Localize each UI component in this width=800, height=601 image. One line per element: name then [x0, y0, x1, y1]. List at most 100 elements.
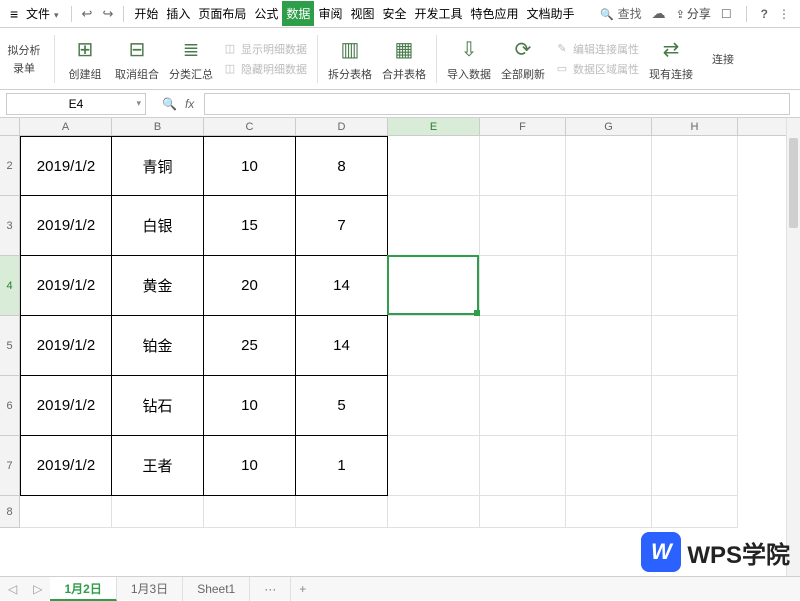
existing-connections-button[interactable]: ⇄ 现有连接: [649, 36, 693, 82]
ribbon-tab-8[interactable]: 开发工具: [410, 1, 466, 26]
cell-C7[interactable]: 10: [204, 436, 296, 496]
ribbon-tab-2[interactable]: 页面布局: [194, 1, 250, 26]
cell-G4[interactable]: [566, 256, 652, 316]
select-all-corner[interactable]: [0, 118, 20, 136]
cell-H2[interactable]: [652, 136, 738, 196]
cell-F7[interactable]: [480, 436, 566, 496]
cell-G6[interactable]: [566, 376, 652, 436]
import-data-button[interactable]: ⇩ 导入数据: [447, 36, 491, 82]
cell-D5[interactable]: 14: [296, 316, 388, 376]
cell-A4[interactable]: 2019/1/2: [20, 256, 112, 316]
cell-F8[interactable]: [480, 496, 566, 528]
refresh-all-button[interactable]: ⟳ 全部刷新: [501, 36, 545, 82]
cell-E4[interactable]: [388, 256, 480, 316]
cell-D4[interactable]: 14: [296, 256, 388, 316]
cell-H7[interactable]: [652, 436, 738, 496]
cell-F4[interactable]: [480, 256, 566, 316]
cells-area[interactable]: 2019/1/2青铜1082019/1/2白银1572019/1/2黄金2014…: [20, 136, 786, 576]
col-header-G[interactable]: G: [566, 118, 652, 135]
cell-A8[interactable]: [20, 496, 112, 528]
ribbon-tab-10[interactable]: 文档助手: [523, 1, 579, 26]
cell-H6[interactable]: [652, 376, 738, 436]
split-table-button[interactable]: ▥ 拆分表格: [328, 36, 372, 82]
cell-D8[interactable]: [296, 496, 388, 528]
cell-B4[interactable]: 黄金: [112, 256, 204, 316]
cell-B5[interactable]: 铂金: [112, 316, 204, 376]
bookmark-icon[interactable]: ☐: [721, 7, 732, 21]
cell-H4[interactable]: [652, 256, 738, 316]
cell-A5[interactable]: 2019/1/2: [20, 316, 112, 376]
add-sheet-button[interactable]: +: [291, 582, 314, 596]
cell-C8[interactable]: [204, 496, 296, 528]
sheet-more[interactable]: ···: [250, 577, 291, 601]
cell-H8[interactable]: [652, 496, 738, 528]
cell-C2[interactable]: 10: [204, 136, 296, 196]
zoom-icon[interactable]: [162, 97, 177, 111]
cell-G7[interactable]: [566, 436, 652, 496]
cell-H5[interactable]: [652, 316, 738, 376]
row-header-8[interactable]: 8: [0, 496, 19, 528]
file-menu[interactable]: 文件: [4, 3, 65, 24]
cell-E2[interactable]: [388, 136, 480, 196]
cell-C6[interactable]: 10: [204, 376, 296, 436]
cell-A6[interactable]: 2019/1/2: [20, 376, 112, 436]
cell-G3[interactable]: [566, 196, 652, 256]
cell-B7[interactable]: 王者: [112, 436, 204, 496]
cell-E7[interactable]: [388, 436, 480, 496]
help-button[interactable]: [761, 7, 768, 21]
row-header-4[interactable]: 4: [0, 256, 19, 316]
col-header-H[interactable]: H: [652, 118, 738, 135]
vertical-scrollbar[interactable]: [786, 118, 800, 576]
cell-E8[interactable]: [388, 496, 480, 528]
row-header-5[interactable]: 5: [0, 316, 19, 376]
create-group-button[interactable]: ⊞ 创建组: [65, 36, 105, 82]
cell-F5[interactable]: [480, 316, 566, 376]
col-header-C[interactable]: C: [204, 118, 296, 135]
cell-E5[interactable]: [388, 316, 480, 376]
spreadsheet-grid[interactable]: ABCDEFGH 2345678 2019/1/2青铜1082019/1/2白银…: [0, 118, 800, 576]
row-header-2[interactable]: 2: [0, 136, 19, 196]
col-header-A[interactable]: A: [20, 118, 112, 135]
ribbon-tab-5[interactable]: 审阅: [314, 1, 346, 26]
more-button[interactable]: [778, 7, 790, 21]
sheet-tab-0[interactable]: 1月2日: [50, 577, 116, 601]
cell-H3[interactable]: [652, 196, 738, 256]
cell-F6[interactable]: [480, 376, 566, 436]
col-header-E[interactable]: E: [388, 118, 480, 135]
connections-button[interactable]: 连接: [703, 51, 743, 67]
cell-F3[interactable]: [480, 196, 566, 256]
ribbon-tab-4[interactable]: 数据: [282, 1, 314, 26]
search-button[interactable]: 查找: [600, 5, 642, 22]
fx-label[interactable]: fx: [185, 97, 194, 111]
cell-C4[interactable]: 20: [204, 256, 296, 316]
sheet-tab-1[interactable]: 1月3日: [117, 577, 183, 601]
cell-B3[interactable]: 白银: [112, 196, 204, 256]
ribbon-tab-6[interactable]: 视图: [346, 1, 378, 26]
cell-B2[interactable]: 青铜: [112, 136, 204, 196]
row-header-3[interactable]: 3: [0, 196, 19, 256]
cell-C5[interactable]: 25: [204, 316, 296, 376]
cell-A2[interactable]: 2019/1/2: [20, 136, 112, 196]
row-header-6[interactable]: 6: [0, 376, 19, 436]
subtotal-button[interactable]: ≣ 分类汇总: [169, 36, 213, 82]
cell-C3[interactable]: 15: [204, 196, 296, 256]
undo-button[interactable]: ↩: [78, 4, 97, 24]
sheet-tab-2[interactable]: Sheet1: [183, 577, 250, 601]
col-header-F[interactable]: F: [480, 118, 566, 135]
ribbon-tab-9[interactable]: 特色应用: [467, 1, 523, 26]
cloud-icon[interactable]: [652, 5, 666, 22]
cell-A7[interactable]: 2019/1/2: [20, 436, 112, 496]
share-button[interactable]: 分享: [676, 5, 711, 22]
sheet-nav-next[interactable]: ▷: [25, 582, 50, 596]
ungroup-button[interactable]: ⊟ 取消组合: [115, 36, 159, 82]
cell-D3[interactable]: 7: [296, 196, 388, 256]
sheet-nav-prev[interactable]: ◁: [0, 582, 25, 596]
ribbon-tab-0[interactable]: 开始: [130, 1, 162, 26]
col-header-B[interactable]: B: [112, 118, 204, 135]
cell-G5[interactable]: [566, 316, 652, 376]
cell-A3[interactable]: 2019/1/2: [20, 196, 112, 256]
merge-table-button[interactable]: ▦ 合并表格: [382, 36, 426, 82]
cell-G2[interactable]: [566, 136, 652, 196]
cell-B8[interactable]: [112, 496, 204, 528]
cell-E6[interactable]: [388, 376, 480, 436]
